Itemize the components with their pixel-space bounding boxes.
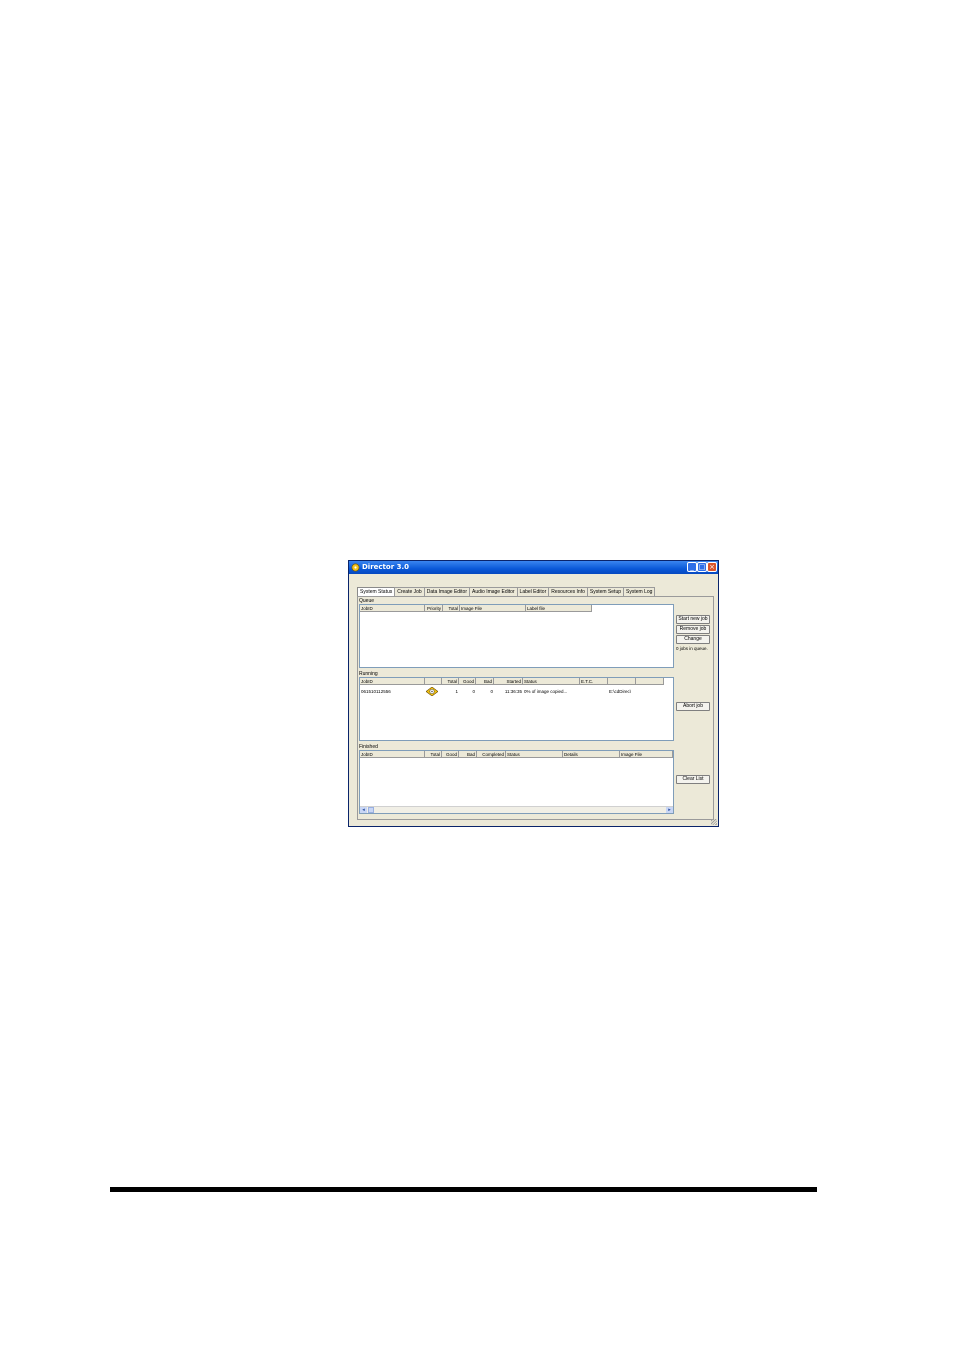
col-details[interactable]: Details xyxy=(563,751,620,758)
maximize-button[interactable]: □ xyxy=(697,562,707,572)
running-list[interactable]: JobID Total Good Bad Started Status E.T.… xyxy=(359,677,674,741)
col-jobid[interactable]: JobID xyxy=(360,605,425,612)
col-started[interactable]: Started xyxy=(494,678,523,685)
col-extra-2[interactable] xyxy=(636,678,664,685)
row-started: 11:36:35 xyxy=(504,689,522,694)
change-button[interactable]: Change xyxy=(676,635,710,644)
tab-label-editor[interactable]: Label Editor xyxy=(516,587,550,596)
running-header: JobID Total Good Bad Started Status E.T.… xyxy=(360,678,664,686)
col-jobid[interactable]: JobID xyxy=(360,751,425,758)
director-window: Director 3.0 _ □ × System Status Create … xyxy=(348,560,719,827)
row-path: E:\cdDirec\ xyxy=(609,689,632,694)
col-image-file[interactable]: Image File xyxy=(620,751,673,758)
finished-list[interactable]: JobID Total Good Bad Completed Status De… xyxy=(359,750,674,814)
burning-disc-icon xyxy=(426,687,438,696)
window-title: Director 3.0 xyxy=(362,563,410,571)
queue-list[interactable]: JobID Priority Total Image File Label fi… xyxy=(359,604,674,668)
col-status[interactable]: Status xyxy=(523,678,580,685)
col-icon[interactable] xyxy=(425,678,442,685)
col-total[interactable]: Total xyxy=(442,678,459,685)
col-bad[interactable]: Bad xyxy=(476,678,494,685)
clear-list-button[interactable]: Clear List xyxy=(676,775,710,784)
scroll-right-icon[interactable]: ▸ xyxy=(666,807,673,813)
scroll-thumb[interactable] xyxy=(368,807,374,813)
minimize-button[interactable]: _ xyxy=(687,562,697,572)
row-good: 0 xyxy=(472,689,475,694)
col-total[interactable]: Total xyxy=(443,605,460,612)
row-total: 1 xyxy=(455,689,458,694)
col-status[interactable]: Status xyxy=(506,751,563,758)
remove-job-button[interactable]: Remove job xyxy=(676,625,710,634)
row-etc xyxy=(580,687,608,696)
tab-resources-info[interactable]: Resources Info xyxy=(548,587,588,596)
row-bad: 0 xyxy=(490,689,493,694)
tab-create-job[interactable]: Create Job xyxy=(394,587,425,596)
col-extra-1[interactable] xyxy=(608,678,636,685)
col-etc[interactable]: E.T.C. xyxy=(580,678,608,685)
scroll-left-icon[interactable]: ◂ xyxy=(360,807,367,813)
col-priority[interactable]: Priority xyxy=(425,605,443,612)
col-image-file[interactable]: Image File xyxy=(460,605,526,612)
row-icon-cell xyxy=(425,687,442,696)
app-icon xyxy=(351,563,360,572)
col-jobid[interactable]: JobID xyxy=(360,678,425,685)
start-new-job-button[interactable]: Start new job xyxy=(676,615,710,624)
tab-strip: System Status Create Job Data Image Edit… xyxy=(357,587,656,596)
row-jobid: 061510112556 xyxy=(361,689,391,694)
resize-grip-icon[interactable] xyxy=(711,819,717,825)
col-bad[interactable]: Bad xyxy=(459,751,477,758)
col-completed[interactable]: Completed xyxy=(477,751,506,758)
abort-job-button[interactable]: Abort job xyxy=(676,702,710,711)
queue-header: JobID Priority Total Image File Label fi… xyxy=(360,605,592,613)
tab-audio-image-editor[interactable]: Audio Image Editor xyxy=(469,587,518,596)
title-bar[interactable]: Director 3.0 _ □ × xyxy=(349,561,718,574)
col-total[interactable]: Total xyxy=(425,751,442,758)
close-button[interactable]: × xyxy=(707,562,717,572)
col-label-file[interactable]: Label file xyxy=(526,605,592,612)
horizontal-scrollbar[interactable]: ◂ ▸ xyxy=(360,806,673,813)
queue-count-text: 0 jobs in queue. xyxy=(676,646,708,651)
tab-system-status[interactable]: System Status xyxy=(357,587,396,596)
row-status: 0% of image copied... xyxy=(524,689,568,694)
tab-data-image-editor[interactable]: Data Image Editor xyxy=(423,587,471,596)
table-row[interactable]: 061510112556 1 0 0 11:36:35 0% of image … xyxy=(360,687,664,696)
page-footer-rule xyxy=(110,1187,817,1192)
col-good[interactable]: Good xyxy=(459,678,476,685)
finished-header: JobID Total Good Bad Completed Status De… xyxy=(360,751,673,759)
tab-system-log[interactable]: System Log xyxy=(623,587,656,596)
tab-system-setup[interactable]: System Setup xyxy=(586,587,625,596)
col-good[interactable]: Good xyxy=(442,751,459,758)
